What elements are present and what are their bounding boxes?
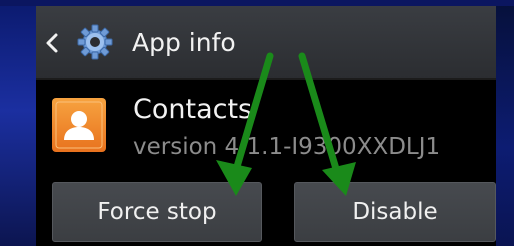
page-title: App info (132, 28, 236, 57)
force-stop-button[interactable]: Force stop (52, 182, 262, 242)
contact-person-icon (52, 98, 106, 152)
app-name: Contacts (133, 94, 253, 125)
chevron-left-icon[interactable] (44, 32, 60, 54)
app-version: version 4.1.1-I9300XXDLJ1 (133, 134, 441, 160)
gear-icon (77, 24, 113, 60)
disable-button[interactable]: Disable (294, 182, 496, 242)
action-bar: App info (36, 6, 496, 78)
phone-screen: App info Contacts version 4.1.1-I9300XXD… (36, 6, 496, 246)
header-divider (36, 78, 496, 80)
background-right (496, 0, 514, 246)
background-left (0, 0, 36, 246)
